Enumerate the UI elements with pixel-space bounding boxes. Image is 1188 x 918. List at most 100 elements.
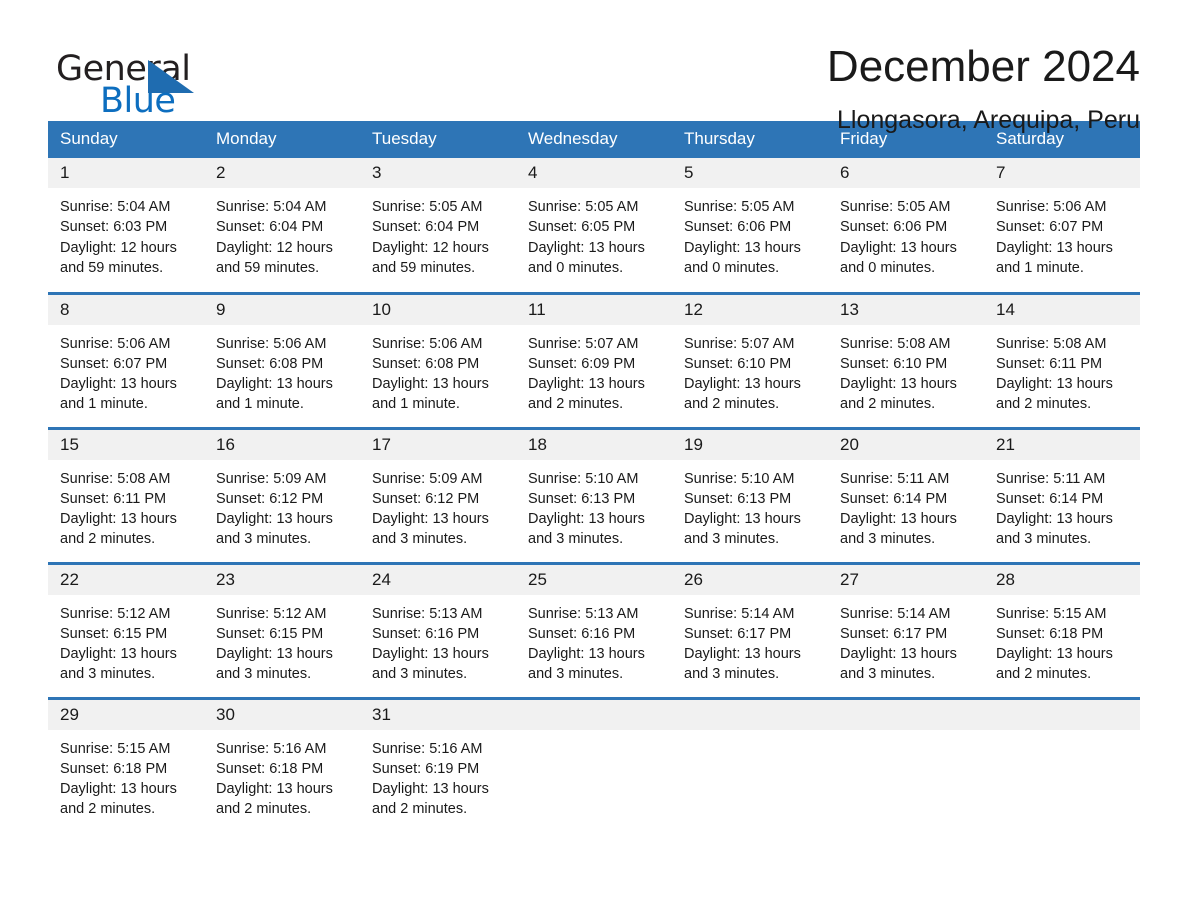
calendar-day-cell[interactable]: 16 Sunrise: 5:09 AM Sunset: 6:12 PM Dayligh… [204, 426, 360, 563]
sunrise-time: Sunrise: 5:06 AM [60, 335, 171, 352]
daylight-duration-line2: and 2 minutes. [684, 396, 780, 413]
calendar-day-cell[interactable]: 3 Sunrise: 5:05 AM Sunset: 6:04 PM Daylight… [360, 158, 516, 293]
daylight-duration-line2: and 3 minutes. [60, 666, 156, 683]
calendar-day-cell[interactable]: 12 Sunrise: 5:07 AM Sunset: 6:10 PM Dayligh… [672, 291, 828, 428]
day-number: 1 [48, 158, 204, 188]
calendar-day-cell[interactable]: 20 Sunrise: 5:11 AM Sunset: 6:14 PM Dayligh… [828, 426, 984, 563]
calendar-day-cell[interactable]: 8 Sunrise: 5:06 AM Sunset: 6:07 PM Daylight… [48, 291, 204, 428]
calendar-day-cell[interactable]: 10 Sunrise: 5:06 AM Sunset: 6:08 PM Dayligh… [360, 291, 516, 428]
calendar-day-cell[interactable]: 19 Sunrise: 5:10 AM Sunset: 6:13 PM Dayligh… [672, 426, 828, 563]
sunset-time: Sunset: 6:11 PM [996, 355, 1103, 372]
calendar-day-cell[interactable]: 22 Sunrise: 5:12 AM Sunset: 6:15 PM Dayligh… [48, 561, 204, 698]
sunrise-time: Sunrise: 5:05 AM [372, 199, 483, 215]
daylight-duration-line1: Daylight: 13 hours [372, 511, 489, 528]
daylight-duration-line2: and 2 minutes. [996, 396, 1092, 413]
day-details: Sunrise: 5:15 AM Sunset: 6:18 PM Daylight:… [984, 595, 1140, 685]
calendar-day-cell[interactable]: 13 Sunrise: 5:08 AM Sunset: 6:10 PM Dayligh… [828, 291, 984, 428]
calendar-day-cell[interactable]: 28 Sunrise: 5:15 AM Sunset: 6:18 PM Dayligh… [984, 561, 1140, 698]
daylight-duration-line2: and 3 minutes. [216, 531, 312, 548]
calendar-day-cell[interactable]: 6 Sunrise: 5:05 AM Sunset: 6:06 PM Daylight… [828, 158, 984, 293]
daylight-duration-line2: and 1 minute. [60, 396, 148, 413]
daylight-duration-line1: Daylight: 12 hours [372, 239, 489, 256]
sunset-time: Sunset: 6:12 PM [372, 490, 480, 507]
daylight-duration-line2: and 3 minutes. [372, 666, 468, 683]
sunset-time: Sunset: 6:03 PM [60, 219, 168, 236]
day-number: 25 [516, 564, 672, 595]
daylight-duration-line2: and 3 minutes. [372, 531, 468, 548]
sunset-time: Sunset: 6:12 PM [216, 490, 324, 507]
calendar-day-cell-empty [672, 696, 828, 833]
day-details: Sunrise: 5:06 AM Sunset: 6:07 PM Daylight:… [48, 325, 204, 415]
sunrise-time: Sunrise: 5:08 AM [840, 335, 951, 352]
calendar-day-cell[interactable]: 9 Sunrise: 5:06 AM Sunset: 6:08 PM Daylight… [204, 291, 360, 428]
day-details: Sunrise: 5:12 AM Sunset: 6:15 PM Daylight:… [48, 595, 204, 685]
calendar-day-cell[interactable]: 30 Sunrise: 5:16 AM Sunset: 6:18 PM Dayligh… [204, 696, 360, 833]
daylight-duration-line2: and 59 minutes. [216, 259, 320, 276]
daylight-duration-line2: and 2 minutes. [528, 396, 624, 413]
daylight-duration-line1: Daylight: 13 hours [528, 376, 645, 393]
daylight-duration-line2: and 1 minute. [996, 259, 1084, 276]
calendar-day-cell[interactable]: 31 Sunrise: 5:16 AM Sunset: 6:19 PM Dayligh… [360, 696, 516, 833]
calendar-day-cell[interactable]: 27 Sunrise: 5:14 AM Sunset: 6:17 PM Dayligh… [828, 561, 984, 698]
calendar-day-cell[interactable]: 29 Sunrise: 5:15 AM Sunset: 6:18 PM Dayligh… [48, 696, 204, 833]
daylight-duration-line1: Daylight: 13 hours [216, 781, 333, 798]
calendar-day-cell[interactable]: 23 Sunrise: 5:12 AM Sunset: 6:15 PM Dayligh… [204, 561, 360, 698]
sunrise-time: Sunrise: 5:04 AM [60, 199, 171, 215]
day-number: 21 [984, 429, 1140, 460]
day-number: 7 [984, 158, 1140, 188]
day-details: Sunrise: 5:06 AM Sunset: 6:08 PM Daylight:… [360, 325, 516, 415]
calendar-day-cell[interactable]: 15 Sunrise: 5:08 AM Sunset: 6:11 PM Dayligh… [48, 426, 204, 563]
calendar-day-cell[interactable]: 14 Sunrise: 5:08 AM Sunset: 6:11 PM Dayligh… [984, 291, 1140, 428]
day-details: Sunrise: 5:05 AM Sunset: 6:05 PM Daylight:… [516, 188, 672, 278]
daylight-duration-line2: and 3 minutes. [840, 666, 936, 683]
sunset-time: Sunset: 6:17 PM [684, 625, 792, 642]
calendar-day-cell[interactable]: 26 Sunrise: 5:14 AM Sunset: 6:17 PM Dayligh… [672, 561, 828, 698]
sunrise-time: Sunrise: 5:05 AM [840, 199, 951, 215]
calendar-day-cell[interactable]: 17 Sunrise: 5:09 AM Sunset: 6:12 PM Dayligh… [360, 426, 516, 563]
daylight-duration-line2: and 0 minutes. [840, 259, 936, 276]
daylight-duration-line1: Daylight: 13 hours [372, 376, 489, 393]
daylight-duration-line2: and 0 minutes. [684, 259, 780, 276]
calendar-day-cell[interactable]: 18 Sunrise: 5:10 AM Sunset: 6:13 PM Dayligh… [516, 426, 672, 563]
calendar-week-row: 15 Sunrise: 5:08 AM Sunset: 6:11 PM Dayligh… [48, 426, 1140, 563]
sunrise-time: Sunrise: 5:15 AM [60, 740, 171, 757]
sunrise-time: Sunrise: 5:08 AM [996, 335, 1107, 352]
daylight-duration-line1: Daylight: 13 hours [684, 239, 801, 256]
calendar-day-cell[interactable]: 24 Sunrise: 5:13 AM Sunset: 6:16 PM Dayligh… [360, 561, 516, 698]
daylight-duration-line2: and 2 minutes. [996, 666, 1092, 683]
general-blue-logo[interactable]: General Blue [48, 44, 208, 124]
day-number: 14 [984, 294, 1140, 325]
calendar-day-cell[interactable]: 5 Sunrise: 5:05 AM Sunset: 6:06 PM Daylight… [672, 158, 828, 293]
calendar-day-cell-empty [828, 696, 984, 833]
day-number: 13 [828, 294, 984, 325]
calendar-day-cell[interactable]: 21 Sunrise: 5:11 AM Sunset: 6:14 PM Dayligh… [984, 426, 1140, 563]
sunrise-time: Sunrise: 5:05 AM [684, 199, 795, 215]
sunrise-time: Sunrise: 5:12 AM [60, 605, 171, 622]
calendar-day-cell[interactable]: 2 Sunrise: 5:04 AM Sunset: 6:04 PM Daylight… [204, 158, 360, 293]
sunrise-sunset-calendar: Sunday Monday Tuesday Wednesday Thursday… [48, 121, 1140, 833]
calendar-day-cell[interactable]: 25 Sunrise: 5:13 AM Sunset: 6:16 PM Dayligh… [516, 561, 672, 698]
daylight-duration-line1: Daylight: 13 hours [216, 511, 333, 528]
calendar-day-cell-empty [984, 696, 1140, 833]
daylight-duration-line2: and 2 minutes. [60, 531, 156, 548]
calendar-day-cell[interactable]: 4 Sunrise: 5:05 AM Sunset: 6:05 PM Daylight… [516, 158, 672, 293]
sunset-time: Sunset: 6:06 PM [684, 219, 792, 236]
daylight-duration-line2: and 3 minutes. [684, 666, 780, 683]
daylight-duration-line1: Daylight: 13 hours [684, 376, 801, 393]
sunrise-time: Sunrise: 5:04 AM [216, 199, 327, 215]
sunrise-time: Sunrise: 5:06 AM [996, 199, 1107, 215]
calendar-week-row: 22 Sunrise: 5:12 AM Sunset: 6:15 PM Dayligh… [48, 561, 1140, 698]
calendar-day-cell[interactable]: 11 Sunrise: 5:07 AM Sunset: 6:09 PM Dayligh… [516, 291, 672, 428]
daylight-duration-line1: Daylight: 13 hours [684, 511, 801, 528]
day-number: 24 [360, 564, 516, 595]
sunset-time: Sunset: 6:19 PM [372, 760, 480, 777]
sunset-time: Sunset: 6:15 PM [216, 625, 324, 642]
calendar-day-cell[interactable]: 1 Sunrise: 5:04 AM Sunset: 6:03 PM Daylight… [48, 158, 204, 293]
calendar-day-cell[interactable]: 7 Sunrise: 5:06 AM Sunset: 6:07 PM Daylight… [984, 158, 1140, 293]
day-number: 9 [204, 294, 360, 325]
sunrise-time: Sunrise: 5:07 AM [684, 335, 795, 352]
sunrise-time: Sunrise: 5:10 AM [684, 470, 795, 487]
day-details: Sunrise: 5:09 AM Sunset: 6:12 PM Daylight:… [360, 460, 516, 550]
sunrise-time: Sunrise: 5:09 AM [372, 470, 483, 487]
sunset-time: Sunset: 6:05 PM [528, 219, 636, 236]
